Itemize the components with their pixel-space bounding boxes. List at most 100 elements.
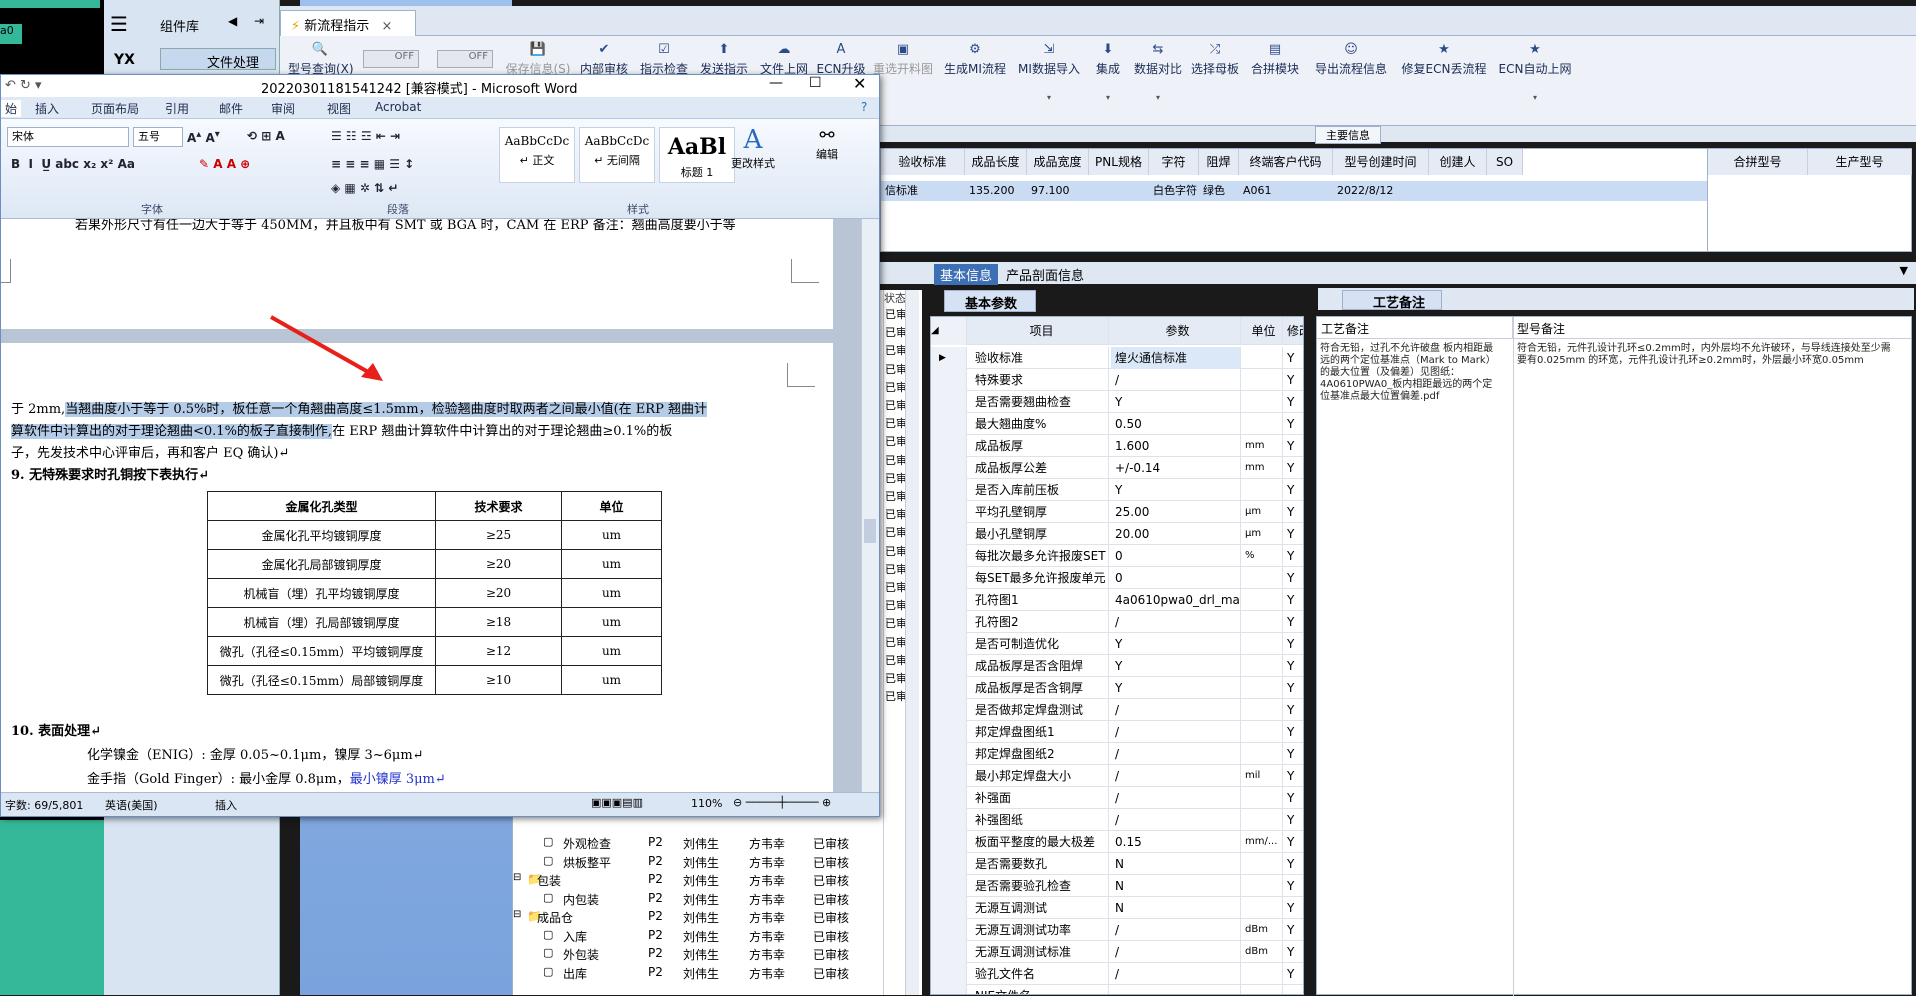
param-cell[interactable] [1243, 413, 1283, 435]
toolbar-button[interactable]: ⚙ 生成MI流程 [940, 42, 1010, 77]
param-cell[interactable] [1243, 567, 1283, 589]
param-cell[interactable]: Y [1285, 765, 1303, 787]
param-cell[interactable]: Y [1285, 347, 1303, 369]
grid-cell[interactable]: 绿色 [1199, 181, 1239, 201]
scroll-thumb[interactable] [864, 519, 876, 543]
param-cell[interactable] [1243, 369, 1283, 391]
param-cell[interactable]: Y [1285, 677, 1303, 699]
undo-icon[interactable]: ↶ ↻ ▾ [5, 78, 42, 93]
param-cell[interactable]: Y [1285, 435, 1303, 457]
param-cell[interactable]: Y [1285, 523, 1303, 545]
collapse-icon[interactable]: ⊟ [513, 872, 521, 883]
param-cell[interactable]: 成品板厚是否含阻焊 [969, 655, 1109, 677]
param-cell[interactable]: / [1111, 809, 1241, 831]
word-scrollbar[interactable] [861, 219, 879, 792]
param-row[interactable]: 是否做邦定焊盘测试 / Y [931, 699, 1303, 721]
grid-header[interactable]: 型号创建时间 [1333, 149, 1429, 175]
tree-scrollbar[interactable] [905, 290, 919, 995]
grid-cell[interactable] [1089, 181, 1149, 201]
param-row[interactable]: ▶ 验收标准 煌火通信标准 Y [931, 347, 1303, 369]
param-cell[interactable]: Y [1285, 853, 1303, 875]
param-cell[interactable] [1243, 677, 1283, 699]
tree-row[interactable]: ▢ 内包装 P2 刘伟生 方韦幸 已审核 [513, 891, 923, 910]
param-cell[interactable]: % [1243, 545, 1283, 567]
param-row[interactable]: 邦定焊盘图纸1/ Y [931, 721, 1303, 743]
param-cell[interactable]: Y [1285, 655, 1303, 677]
param-cell[interactable]: / [1111, 743, 1241, 765]
param-row[interactable]: 每SET最多允许报废单元 0 Y [931, 567, 1303, 589]
zoom-slider[interactable]: ⊖ ─────┼───── ⊕ [733, 796, 853, 810]
param-cell[interactable] [1111, 985, 1241, 994]
param-cell[interactable]: Y [1285, 831, 1303, 853]
param-cell[interactable]: Y [1285, 875, 1303, 897]
param-cell[interactable]: 0 [1111, 545, 1241, 567]
param-cell[interactable]: / [1111, 369, 1241, 391]
param-row[interactable]: 成品板厚公差 +/-0.14 mm Y [931, 457, 1303, 479]
param-row[interactable]: 板面平整度的最大极差 0.15 mm/... Y [931, 831, 1303, 853]
param-cell[interactable]: NJE文件名 [969, 985, 1109, 994]
minimize-icon[interactable]: — [769, 75, 783, 91]
param-cell[interactable]: 每SET最多允许报废单元 [969, 567, 1109, 589]
grid-header[interactable]: 生产型号 [1808, 149, 1912, 175]
grid-header[interactable]: PNL规格 [1089, 149, 1149, 175]
param-cell[interactable]: dBm [1243, 941, 1283, 963]
param-cell[interactable]: 无源互调测试标准 [969, 941, 1109, 963]
param-row[interactable]: 成品板厚是否含铜厚 Y Y [931, 677, 1303, 699]
grid-cell[interactable]: 白色字符 [1149, 181, 1199, 201]
tab-new-process[interactable]: ⚡ 新流程指示 × [280, 10, 416, 36]
tree-row[interactable]: ⊟ 📁 包装 P2 刘伟生 方韦幸 已审核 [513, 872, 923, 891]
param-cell[interactable]: Y [1111, 655, 1241, 677]
param-cell[interactable]: 成品板厚公差 [969, 457, 1109, 479]
param-cell[interactable]: Y [1111, 633, 1241, 655]
param-cell[interactable]: Y [1285, 699, 1303, 721]
chevron-down-icon[interactable]: ▼ [1900, 264, 1908, 277]
toolbar-button[interactable]: 💾 保存信息(S) [504, 42, 572, 77]
grid-cell[interactable] [1429, 181, 1487, 201]
param-header[interactable]: 修改 [1285, 317, 1303, 345]
grid-cell[interactable]: 2022/8/12 [1333, 181, 1429, 201]
param-cell[interactable]: 最小孔壁铜厚 [969, 523, 1109, 545]
param-cell[interactable]: 25.00 [1111, 501, 1241, 523]
toggle-icon[interactable]: OFF [437, 50, 493, 68]
edit-button[interactable]: ⚯ 编辑 [807, 125, 847, 162]
close-icon[interactable]: ✕ [853, 74, 866, 93]
param-cell[interactable]: Y [1285, 787, 1303, 809]
param-cell[interactable] [1243, 655, 1283, 677]
param-cell[interactable]: mm [1243, 457, 1283, 479]
param-cell[interactable]: 是否需要翘曲检查 [969, 391, 1109, 413]
param-cell[interactable]: 板面平整度的最大极差 [969, 831, 1109, 853]
format-buttons[interactable]: B I U̲ abc x₂ x² Aa [11, 157, 135, 171]
grid-header[interactable]: 合拼型号 [1708, 149, 1808, 175]
param-row[interactable]: 是否可制造优化 Y Y [931, 633, 1303, 655]
language[interactable]: 英语(美国) [105, 797, 158, 813]
param-cell[interactable]: 孔符图2 [969, 611, 1109, 633]
param-row[interactable]: 是否入库前压板 Y Y [931, 479, 1303, 501]
toolbar-button[interactable]: ⤮ 选择母板 [1188, 42, 1242, 77]
param-cell[interactable]: Y [1285, 721, 1303, 743]
param-header[interactable]: 参数 [1111, 317, 1241, 345]
param-row[interactable]: 每批次最多允许报废SET 0% Y [931, 545, 1303, 567]
param-row[interactable]: 是否需要验孔检查 N Y [931, 875, 1303, 897]
param-cell[interactable]: 验孔文件名 [969, 963, 1109, 985]
param-cell[interactable]: Y [1111, 479, 1241, 501]
param-cell[interactable]: 1.600 [1111, 435, 1241, 457]
param-cell[interactable]: 邦定焊盘图纸1 [969, 721, 1109, 743]
craft-note-text[interactable]: 符合无铅，过孔不允许破盘 板内相距最远的两个定位基准点（Mark to Mark… [1320, 343, 1496, 403]
param-cell[interactable] [1243, 699, 1283, 721]
param-cell[interactable]: Y [1285, 457, 1303, 479]
param-cell[interactable]: μm [1243, 501, 1283, 523]
param-cell[interactable]: 0.15 [1111, 831, 1241, 853]
param-cell[interactable]: / [1111, 919, 1241, 941]
param-cell[interactable] [1243, 897, 1283, 919]
param-cell[interactable]: / [1111, 699, 1241, 721]
param-cell[interactable]: 成品板厚 [969, 435, 1109, 457]
tab-basic-params[interactable]: 基本参数 [944, 290, 1036, 312]
param-row[interactable]: 邦定焊盘图纸2/ Y [931, 743, 1303, 765]
param-cell[interactable]: 最大翘曲度% [969, 413, 1109, 435]
grid-header[interactable]: 终端客户代码 [1239, 149, 1333, 175]
param-cell[interactable]: 平均孔壁铜厚 [969, 501, 1109, 523]
param-cell[interactable]: Y [1285, 919, 1303, 941]
param-cell[interactable]: μm [1243, 523, 1283, 545]
param-cell[interactable] [1243, 589, 1283, 611]
param-cell[interactable]: 孔符图1 [969, 589, 1109, 611]
